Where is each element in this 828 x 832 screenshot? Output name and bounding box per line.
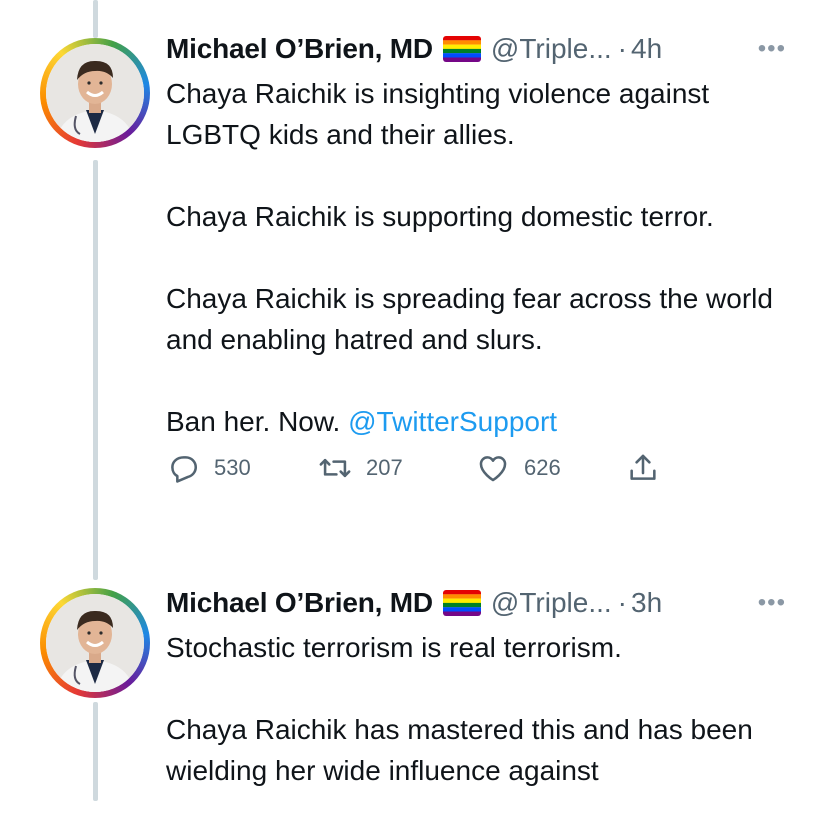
tweet-paragraph: Chaya Raichik is insighting violence aga… — [166, 78, 710, 150]
reply-icon — [171, 456, 198, 483]
like-button[interactable]: 626 — [476, 451, 626, 485]
tweet-actions: 530 207 626 — [166, 448, 798, 488]
tweet[interactable]: Michael O’Brien, MD @Triple... · 4h ••• … — [0, 0, 828, 580]
avatar[interactable] — [40, 38, 150, 148]
tweet-paragraph: Stochastic terrorism is real terrorism. — [166, 632, 622, 663]
rainbow-flag-icon — [442, 36, 481, 62]
rainbow-flag-icon — [442, 590, 481, 616]
author-handle[interactable]: @Triple... — [491, 587, 612, 619]
author-handle[interactable]: @Triple... — [491, 33, 612, 65]
reply-count: 530 — [214, 455, 251, 480]
tweet-paragraph: Chaya Raichik is spreading fear across t… — [166, 283, 773, 355]
tweet-paragraph: Chaya Raichik is supporting domestic ter… — [166, 201, 714, 232]
more-options-icon[interactable]: ••• — [758, 35, 786, 63]
share-button[interactable] — [626, 451, 660, 485]
tweet[interactable]: Michael O’Brien, MD @Triple... · 3h ••• … — [0, 580, 828, 801]
separator: · — [617, 33, 627, 64]
more-options-icon[interactable]: ••• — [758, 589, 786, 617]
tweet-header: Michael O’Brien, MD @Triple... · 4h ••• — [166, 31, 798, 67]
retweet-count: 207 — [366, 455, 403, 480]
avatar-photo — [46, 44, 144, 142]
reply-button[interactable]: 530 — [166, 451, 318, 485]
timestamp[interactable]: 3h — [631, 587, 662, 619]
heart-icon — [479, 456, 507, 482]
avatar-photo — [46, 594, 144, 692]
share-icon — [630, 454, 656, 480]
tweet-header: Michael O’Brien, MD @Triple... · 3h ••• — [166, 585, 798, 621]
author-name[interactable]: Michael O’Brien, MD — [166, 587, 433, 619]
tweet-text: Chaya Raichik is insighting violence aga… — [166, 73, 798, 442]
author-name[interactable]: Michael O’Brien, MD — [166, 33, 433, 65]
tweet-text: Stochastic terrorism is real terrorism. … — [166, 627, 798, 791]
separator: · — [617, 587, 627, 618]
tweet-paragraph: Chaya Raichik has mastered this and has … — [166, 714, 753, 786]
timestamp[interactable]: 4h — [631, 33, 662, 65]
mention-link[interactable]: @TwitterSupport — [348, 406, 557, 437]
avatar[interactable] — [40, 588, 150, 698]
closing-text: Ban her. Now. — [166, 406, 341, 437]
tweet-paragraph-closing: Ban her. Now. @TwitterSupport — [166, 401, 798, 442]
like-count: 626 — [524, 455, 561, 480]
retweet-button[interactable]: 207 — [318, 451, 476, 485]
retweet-icon — [319, 458, 351, 478]
